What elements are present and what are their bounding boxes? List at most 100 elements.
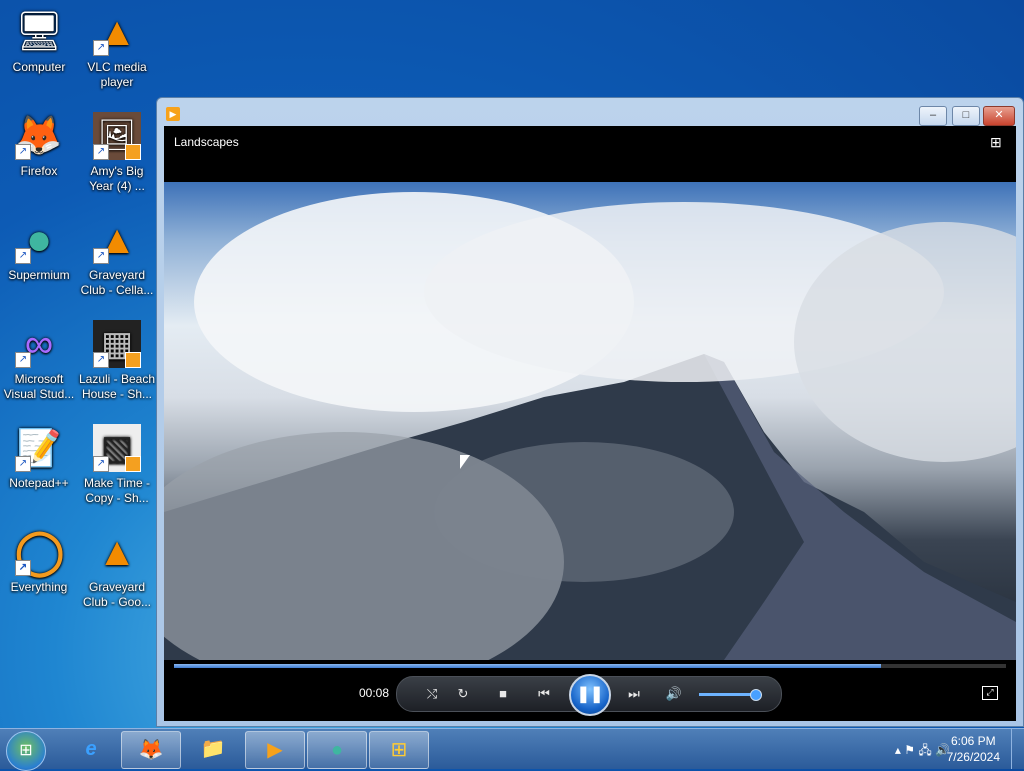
stop-button[interactable]: ■ [494, 686, 512, 702]
repeat-button[interactable]: ↻ [454, 686, 472, 702]
system-tray[interactable]: ▴ ⚑ 🖧 🔊 [895, 741, 950, 762]
media-badge-icon [125, 456, 141, 472]
seek-progress-fill [174, 664, 882, 668]
next-button[interactable]: ⏭ [621, 686, 647, 702]
everything-search-icon: ◯ ↗ [15, 527, 65, 576]
shortcut-arrow-icon: ↗ [93, 352, 109, 368]
next-icon: ⏭ [628, 686, 640, 701]
desktop-icon-label: Make Time - Copy - Sh... [83, 476, 150, 505]
computer-icon: 🖥 [15, 11, 64, 53]
desktop-icon-supermium[interactable]: ● ↗ Supermium [0, 216, 78, 283]
desktop-icon-label: Graveyard Club - Cella... [80, 268, 154, 297]
fullscreen-button[interactable]: ⤢ [982, 686, 998, 700]
desktop-icon-label: Firefox [20, 164, 58, 178]
mountain-landscape-image [164, 192, 1016, 660]
mute-button[interactable]: 🔊 [665, 686, 683, 702]
playlist-title: Landscapes [174, 135, 239, 149]
speaker-icon: 🔊 [665, 686, 683, 701]
desktop-icon-everything[interactable]: ◯ ↗ Everything [0, 528, 78, 595]
video-frame[interactable] [164, 182, 1016, 660]
desktop-icon-label: VLC media player [87, 60, 147, 89]
supermium-icon: ● ↗ [15, 216, 63, 264]
desktop-icon-label: Notepad++ [9, 476, 69, 490]
shortcut-arrow-icon: ↗ [93, 456, 109, 472]
now-playing-area: Landscapes ⊞ 00:08 ⤭ ↻ ■ ⏮ ❚❚ ⏭ 🔊 ⤢ [164, 126, 1016, 721]
firefox-icon: 🦊 [138, 739, 164, 761]
desktop-icon-label: Graveyard Club - Goo... [82, 580, 152, 609]
shortcut-arrow-icon: ↗ [93, 248, 109, 264]
clock-time: 6:06 PM [950, 734, 996, 748]
repeat-icon: ↻ [457, 686, 469, 701]
taskbar-windows-update[interactable]: ⊞ [369, 731, 429, 769]
desktop-icon-notepadpp[interactable]: 📝 ↗ Notepad++ [0, 424, 78, 491]
previous-icon: ⏮ [538, 686, 550, 701]
taskbar-windows-media-player[interactable]: ▶ [245, 731, 305, 769]
taskbar-windows-explorer[interactable]: 📁 [184, 731, 242, 767]
close-button[interactable]: ✕ [983, 106, 1015, 126]
shortcut-arrow-icon: ↗ [93, 40, 109, 56]
elapsed-time: 00:08 [359, 686, 390, 700]
vlc-icon: ▲ ↗ [93, 216, 141, 264]
desktop-icon-graveyard-club-goo[interactable]: ▲ Graveyard Club - Goo... [78, 528, 156, 610]
shortcut-arrow-icon: ↗ [15, 456, 31, 472]
media-player-icon: ▶ [267, 739, 283, 761]
stop-icon: ■ [499, 686, 507, 701]
folder-icon: 📁 [200, 738, 226, 760]
desktop-icon-visual-studio[interactable]: ∞ ↗ Microsoft Visual Stud... [0, 320, 78, 402]
desktop-icon-lazuli-beach-house[interactable]: ▦ ↗ Lazuli - Beach House - Sh... [78, 320, 156, 402]
shortcut-arrow-icon: ↗ [93, 144, 109, 160]
volume-knob[interactable] [749, 689, 762, 701]
desktop-icon-graveyard-club-cella[interactable]: ▲ ↗ Graveyard Club - Cella... [78, 216, 156, 298]
windows-logo-icon: ⊞ [390, 739, 408, 761]
shuffle-button[interactable]: ⤭ [423, 686, 441, 702]
desktop-icon-amys-big-year[interactable]: 🖼 ↗ Amy's Big Year (4) ... [78, 112, 156, 194]
fullscreen-icon: ⤢ [986, 687, 994, 697]
pause-icon: ❚❚ [576, 686, 604, 703]
maximize-button[interactable]: □ [952, 106, 980, 126]
media-badge-icon [125, 352, 141, 368]
desktop-icon-label: Microsoft Visual Stud... [3, 372, 75, 401]
clock-date: 7/26/2024 [946, 750, 1000, 764]
media-badge-icon [125, 144, 141, 160]
mouse-cursor [460, 455, 470, 469]
taskbar-supermium[interactable]: ● [307, 731, 367, 769]
video-thumbnail-icon: 🖼 ↗ [93, 112, 141, 160]
video-thumbnail-icon: ▦ ↗ [93, 320, 141, 368]
supermium-icon: ● [330, 739, 344, 761]
shuffle-icon: ⤭ [426, 686, 438, 701]
show-desktop-button[interactable] [1011, 729, 1024, 769]
clock[interactable]: 6:06 PM 7/26/2024 [947, 733, 1000, 765]
taskbar-firefox[interactable]: 🦊 [121, 731, 181, 769]
pause-button[interactable]: ❚❚ [569, 674, 611, 716]
tray-icons[interactable]: ▴ ⚑ 🖧 🔊 [895, 743, 950, 757]
minimize-button[interactable]: – [919, 106, 947, 126]
desktop-icon-vlc[interactable]: ▲ ↗ VLC media player [78, 8, 156, 90]
vlc-icon: ▲ [97, 530, 137, 574]
vlc-icon: ▲ ↗ [93, 8, 141, 56]
switch-to-library-button[interactable]: ⊞ [990, 134, 1008, 150]
switch-to-library-icon: ⊞ [990, 134, 1002, 150]
visual-studio-icon: ∞ ↗ [15, 320, 63, 368]
desktop-icon-computer[interactable]: 🖥 Computer [0, 8, 78, 75]
seek-bar[interactable] [174, 664, 1006, 668]
shortcut-arrow-icon: ↗ [15, 560, 31, 576]
previous-button[interactable]: ⏮ [531, 686, 557, 702]
media-player-window: ▶ – □ ✕ Landscapes ⊞ 00:08 ⤭ ↻ ■ ⏮ ❚❚ ⏭ … [156, 97, 1024, 727]
desktop-icon-label: Amy's Big Year (4) ... [89, 164, 145, 193]
media-player-icon: ▶ [166, 107, 180, 121]
desktop-icon-firefox[interactable]: 🦊 ↗ Firefox [0, 112, 78, 179]
volume-fill [699, 693, 755, 696]
taskbar-internet-explorer[interactable]: e [62, 731, 120, 767]
desktop-icon-label: Lazuli - Beach House - Sh... [78, 372, 156, 401]
desktop-icon-label: Computer [12, 60, 66, 74]
desktop-icon-make-time[interactable]: ▧ ↗ Make Time - Copy - Sh... [78, 424, 156, 506]
playback-controls: ⤭ ↻ ■ ⏮ ❚❚ ⏭ 🔊 [396, 674, 782, 716]
desktop-icon-label: Everything [10, 580, 68, 594]
window-titlebar[interactable]: ▶ – □ ✕ [157, 98, 1023, 126]
volume-slider[interactable] [699, 689, 762, 701]
internet-explorer-icon: e [85, 738, 97, 760]
shortcut-arrow-icon: ↗ [15, 144, 31, 160]
start-button[interactable]: ⊞ [6, 731, 46, 771]
firefox-icon: 🦊 ↗ [15, 112, 63, 160]
video-thumbnail-icon: ▧ ↗ [93, 424, 141, 472]
